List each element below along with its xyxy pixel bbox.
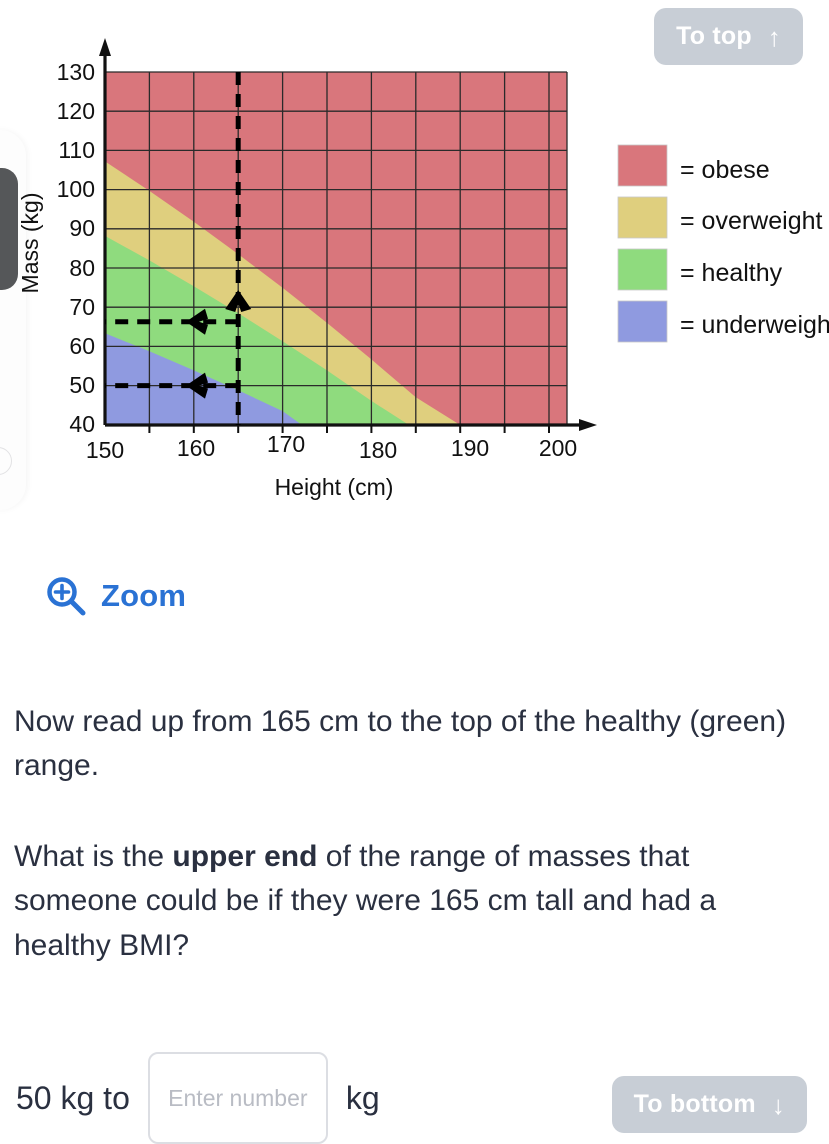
answer-prefix-label: 50 kg to	[16, 1079, 130, 1116]
x-axis-arrowhead	[579, 419, 597, 431]
y-axis-tick-labels: 130 120 110 100 90 80 70 60 50 40	[57, 59, 95, 437]
answer-unit-label: kg	[345, 1079, 380, 1116]
svg-text:130: 130	[57, 59, 95, 85]
question-emphasis: upper end	[172, 839, 318, 873]
svg-text:100: 100	[57, 176, 95, 202]
svg-text:150: 150	[86, 437, 124, 463]
x-axis-title: Height (cm)	[275, 474, 394, 500]
y-axis-arrowhead	[99, 38, 111, 56]
svg-text:190: 190	[451, 435, 489, 461]
chart-legend: = obese = overweight = healthy = underwe…	[617, 144, 829, 343]
svg-text:160: 160	[177, 435, 215, 461]
legend-label-obese: = obese	[680, 156, 770, 184]
svg-text:110: 110	[58, 137, 95, 163]
y-axis-title: Mass (kg)	[17, 193, 43, 294]
svg-text:40: 40	[69, 411, 95, 437]
svg-text:50: 50	[69, 372, 95, 398]
bmi-chart-figure[interactable]: 130 120 110 100 90 80 70 60 50 40 150 16…	[0, 0, 829, 520]
to-bottom-button[interactable]: To bottom ↓	[611, 1076, 807, 1133]
legend-swatch-healthy	[617, 248, 668, 291]
legend-label-healthy: = healthy	[680, 259, 783, 287]
svg-text:180: 180	[359, 437, 397, 463]
svg-text:90: 90	[69, 215, 95, 241]
answer-number-input[interactable]	[147, 1052, 328, 1144]
answer-row: 50 kg to kg	[16, 1052, 380, 1144]
svg-text:60: 60	[69, 333, 95, 359]
legend-swatch-underweight	[617, 300, 668, 343]
question-paragraph: What is the upper end of the range of ma…	[14, 835, 816, 968]
arrow-down-icon: ↓	[771, 1089, 785, 1120]
legend-swatch-obese	[617, 144, 668, 187]
svg-text:200: 200	[539, 435, 577, 461]
svg-text:170: 170	[267, 431, 305, 457]
zoom-label: Zoom	[101, 578, 187, 613]
svg-text:120: 120	[57, 98, 95, 124]
svg-text:80: 80	[69, 255, 95, 281]
legend-label-underweight: = underweight	[680, 311, 829, 339]
x-axis-tick-labels: 150 160 170 180 190 200	[86, 431, 577, 463]
bmi-chart-svg: 130 120 110 100 90 80 70 60 50 40 150 16…	[17, 38, 829, 500]
zoom-in-magnifier-icon	[47, 577, 86, 616]
question-prose: Now read up from 165 cm to the top of th…	[14, 700, 816, 968]
bmi-band-regions	[105, 72, 567, 425]
svg-text:70: 70	[69, 294, 95, 320]
legend-swatch-overweight	[617, 196, 668, 239]
to-top-button[interactable]: To top ↑	[654, 8, 803, 65]
legend-label-overweight: = overweight	[680, 207, 822, 235]
question-prefix: What is the	[14, 839, 173, 873]
zoom-button[interactable]: Zoom	[44, 574, 186, 618]
to-top-label: To top	[676, 22, 752, 50]
instruction-paragraph: Now read up from 165 cm to the top of th…	[14, 705, 787, 783]
arrow-up-icon: ↑	[767, 21, 781, 52]
to-bottom-label: To bottom	[633, 1090, 756, 1118]
